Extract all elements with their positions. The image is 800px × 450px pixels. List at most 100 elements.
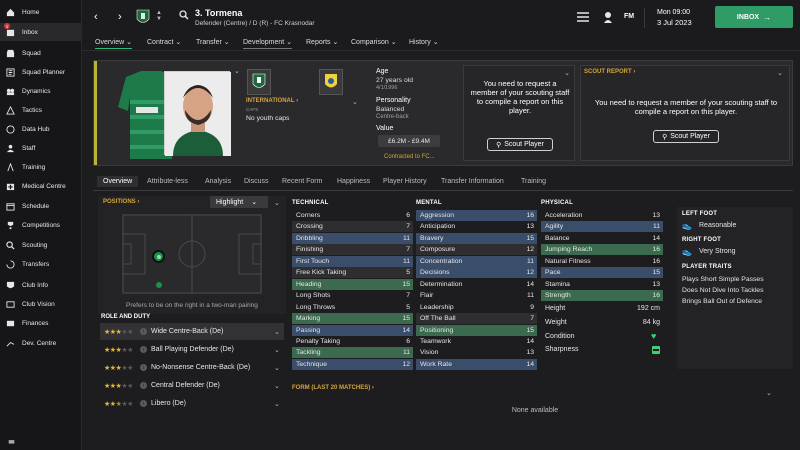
- scout-player-button[interactable]: ⚲ Scout Player: [487, 138, 553, 151]
- sidebar-item-club-vision[interactable]: Club Vision: [0, 295, 82, 313]
- inbox-continue-button[interactable]: INBOX →: [715, 6, 793, 28]
- form-title[interactable]: FORM (LAST 20 MATCHES) ›: [292, 385, 374, 391]
- photo-options-chevron-icon[interactable]: ⌄: [234, 67, 240, 75]
- sidebar-item-dynamics[interactable]: Dynamics: [0, 82, 82, 100]
- attribute-row[interactable]: First Touch 11: [292, 255, 413, 267]
- attribute-row[interactable]: Strength 16: [541, 290, 663, 302]
- sidebar-collapse-icon[interactable]: [8, 438, 15, 447]
- panel-chevron-icon[interactable]: ⌄: [274, 199, 280, 207]
- attribute-row[interactable]: Off The Ball 7: [416, 313, 537, 325]
- subnav-contract[interactable]: Contract ⌄: [147, 38, 181, 46]
- sidebar-item-schedule[interactable]: Schedule: [0, 197, 82, 215]
- sidebar-item-tactics[interactable]: Tactics: [0, 101, 82, 119]
- sidebar-item-training[interactable]: Training: [0, 158, 82, 176]
- forward-icon[interactable]: ›: [118, 11, 122, 23]
- search-icon[interactable]: [179, 10, 189, 22]
- sidebar-item-data-hub[interactable]: Data Hub: [0, 120, 82, 138]
- international-link[interactable]: INTERNATIONAL ›: [246, 98, 298, 104]
- positions-title[interactable]: POSITIONS ›: [103, 199, 139, 205]
- attribute-row[interactable]: Composure 12: [416, 244, 537, 256]
- role-row[interactable]: ★★★★★ i Central Defender (De) ⌄: [100, 377, 284, 394]
- tab-transfer-information[interactable]: Transfer Information: [441, 178, 504, 185]
- tab-analysis[interactable]: Analysis: [205, 178, 231, 185]
- attribute-row[interactable]: Pace 15: [541, 267, 663, 279]
- tab-discuss[interactable]: Discuss: [244, 178, 269, 185]
- contract-link[interactable]: Contracted to FC...: [384, 154, 435, 160]
- info-icon[interactable]: i: [140, 328, 147, 335]
- role-row[interactable]: ★★★★★ i No-Nonsense Centre-Back (De) ⌄: [100, 359, 284, 376]
- attribute-row[interactable]: Bravery 15: [416, 232, 537, 244]
- attribute-row[interactable]: Tackling 11: [292, 347, 413, 359]
- sidebar-item-squad-planner[interactable]: Squad Planner: [0, 63, 82, 81]
- role-row[interactable]: ★★★★★ i Libero (De) ⌄: [100, 395, 284, 412]
- sidebar-item-medical-centre[interactable]: Medical Centre: [0, 177, 82, 195]
- national-team-badge-icon[interactable]: [319, 69, 343, 95]
- tab-overview[interactable]: Overview: [97, 176, 139, 187]
- menu-icon[interactable]: [577, 12, 589, 24]
- attribute-row[interactable]: Acceleration 13: [541, 210, 663, 221]
- fm-menu-button[interactable]: FM: [624, 13, 634, 20]
- role-row[interactable]: ★★★★★ i Wide Centre-Back (De) ⌄: [100, 323, 284, 340]
- attribute-row[interactable]: Teamwork 14: [416, 336, 537, 347]
- attribute-row[interactable]: Finishing 7: [292, 244, 413, 256]
- attribute-row[interactable]: Free Kick Taking 5: [292, 267, 413, 279]
- attribute-row[interactable]: Determination 14: [416, 279, 537, 290]
- chevron-down-icon[interactable]: ⌄: [274, 382, 284, 390]
- attribute-row[interactable]: Marking 15: [292, 313, 413, 325]
- attribute-row[interactable]: Flair 11: [416, 290, 537, 301]
- club-switch-icon[interactable]: ▲ ▼: [156, 10, 162, 22]
- subnav-reports[interactable]: Reports ⌄: [306, 38, 338, 46]
- panel-chevron-icon[interactable]: ⌄: [777, 69, 783, 77]
- attribute-row[interactable]: Long Shots 7: [292, 290, 413, 301]
- sidebar-item-finances[interactable]: Finances: [0, 314, 82, 332]
- scout-report-title[interactable]: SCOUT REPORT ›: [584, 69, 635, 75]
- club-badge-icon[interactable]: [136, 9, 150, 28]
- attribute-row[interactable]: Aggression 16: [416, 210, 537, 221]
- info-icon[interactable]: i: [140, 400, 147, 407]
- international-chevron-icon[interactable]: ⌄: [352, 98, 358, 106]
- role-row[interactable]: ★★★★★ i Ball Playing Defender (De) ⌄: [100, 341, 284, 358]
- attribute-row[interactable]: Decisions 12: [416, 267, 537, 279]
- sidebar-item-squad[interactable]: Squad: [0, 44, 82, 62]
- sidebar-item-dev-centre[interactable]: Dev. Centre: [0, 334, 82, 352]
- tab-happiness[interactable]: Happiness: [337, 178, 370, 185]
- sidebar-item-competitions[interactable]: Competitions: [0, 216, 82, 234]
- panel-chevron-icon[interactable]: ⌄: [564, 69, 570, 77]
- sidebar-item-transfers[interactable]: Transfers: [0, 255, 82, 273]
- attribute-row[interactable]: Vision 13: [416, 347, 537, 358]
- attribute-row[interactable]: Corners 6: [292, 210, 413, 221]
- sidebar-item-scouting[interactable]: Scouting: [0, 236, 82, 254]
- tab-attribute-less[interactable]: Attribute-less: [147, 178, 188, 185]
- chevron-down-icon[interactable]: ⌄: [274, 346, 284, 354]
- subnav-overview[interactable]: Overview ⌄: [95, 38, 133, 49]
- attribute-row[interactable]: Technique 12: [292, 358, 413, 370]
- attribute-row[interactable]: Dribbling 11: [292, 232, 413, 244]
- info-icon[interactable]: i: [140, 346, 147, 353]
- attribute-row[interactable]: Natural Fitness 16: [541, 256, 663, 267]
- attribute-row[interactable]: Heading 15: [292, 278, 413, 290]
- sidebar-item-home[interactable]: Home: [0, 3, 82, 21]
- attribute-row[interactable]: Concentration 11: [416, 255, 537, 267]
- sidebar-item-club-info[interactable]: Club Info: [0, 276, 82, 294]
- tab-training[interactable]: Training: [521, 178, 546, 185]
- attribute-row[interactable]: Jumping Reach 16: [541, 244, 663, 256]
- club-badge-icon[interactable]: [247, 69, 271, 95]
- attribute-row[interactable]: Balance 14: [541, 233, 663, 244]
- back-icon[interactable]: ‹: [94, 11, 98, 23]
- chevron-down-icon[interactable]: ⌄: [274, 364, 284, 372]
- attribute-row[interactable]: Stamina 13: [541, 279, 663, 290]
- attribute-row[interactable]: Crossing 7: [292, 221, 413, 233]
- tab-recent-form[interactable]: Recent Form: [282, 178, 322, 185]
- sidebar-item-inbox[interactable]: 1 Inbox: [0, 23, 82, 41]
- attribute-row[interactable]: Penalty Taking 6: [292, 336, 413, 347]
- subnav-development[interactable]: Development ⌄: [243, 38, 293, 49]
- chevron-down-icon[interactable]: ⌄: [274, 400, 284, 408]
- manager-profile-icon[interactable]: [603, 11, 613, 25]
- sidebar-item-staff[interactable]: Staff: [0, 139, 82, 157]
- chevron-down-icon[interactable]: ⌄: [274, 328, 284, 336]
- attribute-row[interactable]: Passing 14: [292, 324, 413, 336]
- highlight-dropdown[interactable]: Highlight ⌄: [210, 196, 268, 208]
- attribute-row[interactable]: Agility 11: [541, 221, 663, 233]
- attribute-row[interactable]: Long Throws 5: [292, 302, 413, 313]
- attribute-row[interactable]: Work Rate 14: [416, 358, 537, 370]
